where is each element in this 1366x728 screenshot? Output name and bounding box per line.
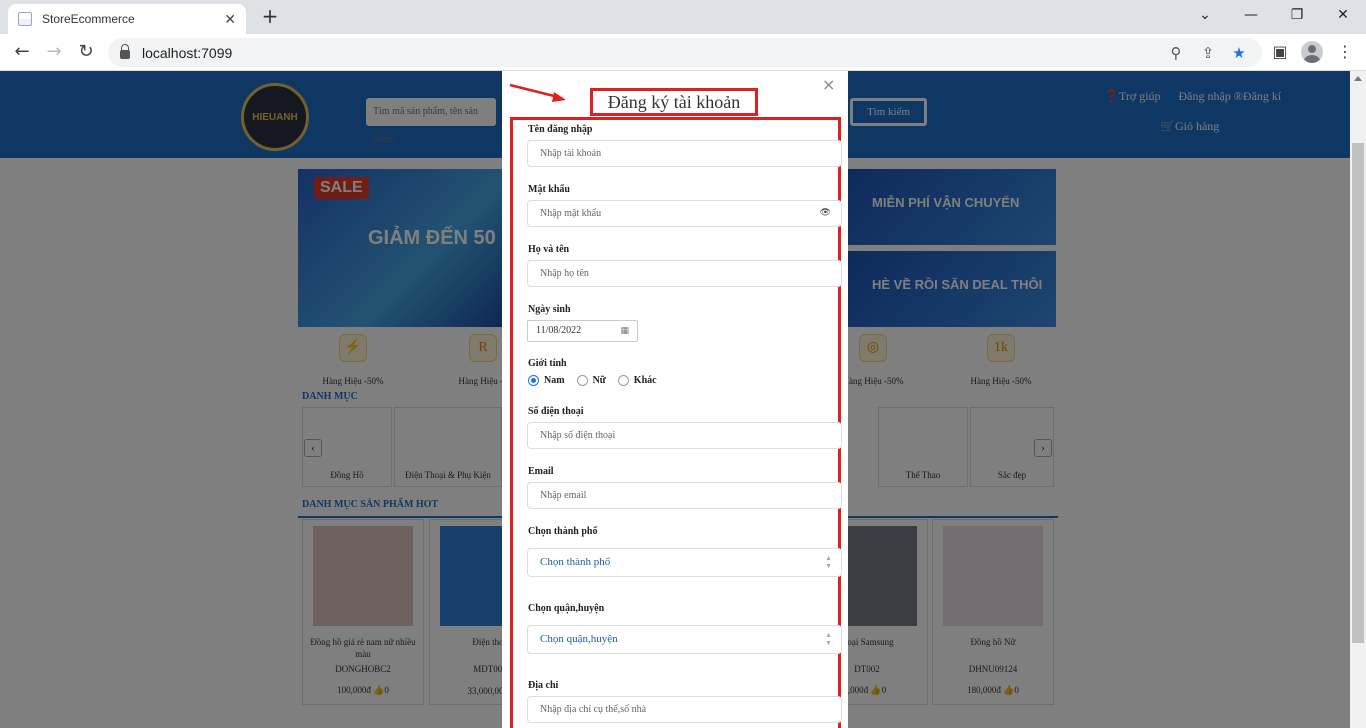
phone-field[interactable]: Nhập số điện thoại bbox=[527, 422, 842, 449]
select-arrows-icon: ▲ ▼ bbox=[825, 631, 832, 647]
email-label: Email bbox=[528, 466, 554, 477]
minimize-button[interactable]: — bbox=[1228, 4, 1274, 28]
annotation-arrow-icon bbox=[509, 83, 566, 102]
calendar-icon[interactable]: ▦ bbox=[620, 321, 629, 341]
password-field[interactable]: Nhập mật khẩu 👁 bbox=[527, 200, 842, 227]
scrollbar-thumb[interactable] bbox=[1352, 143, 1364, 643]
page-scrollbar[interactable] bbox=[1350, 71, 1366, 728]
address-label: Địa chỉ bbox=[528, 680, 559, 691]
gender-radio-group: Nam Nữ Khác bbox=[528, 375, 669, 386]
browser-tabbar: StoreEcommerce ✕ + ⌄ — ❐ ✕ bbox=[0, 0, 1366, 34]
birthday-date-input[interactable]: 11/08/2022 ▦ bbox=[527, 320, 638, 342]
district-select[interactable]: Chọn quận,huyện ▲ ▼ bbox=[527, 625, 842, 654]
page-favicon-icon bbox=[18, 12, 32, 26]
eye-icon[interactable]: 👁 bbox=[820, 201, 831, 226]
birthday-value: 11/08/2022 bbox=[536, 325, 582, 336]
phone-label: Số điện thoại bbox=[528, 406, 584, 417]
city-select-value: Chọn thành phố bbox=[540, 556, 611, 568]
bookmark-star-icon[interactable]: ★ bbox=[1229, 43, 1249, 63]
password-label: Mật khẩu bbox=[528, 184, 570, 195]
menu-kebab-icon[interactable]: ⋮ bbox=[1335, 42, 1355, 62]
address-field[interactable]: Nhập địa chỉ cụ thể,số nhà bbox=[527, 696, 842, 723]
username-label: Tên đăng nhập bbox=[528, 124, 593, 135]
gender-radio-female[interactable] bbox=[576, 375, 588, 386]
gender-option-label[interactable]: Nữ bbox=[593, 375, 606, 386]
forward-arrow-icon[interactable]: → bbox=[42, 40, 66, 64]
share-icon[interactable]: ⇪ bbox=[1198, 43, 1218, 63]
profile-avatar[interactable] bbox=[1301, 41, 1323, 63]
register-modal: × Đăng ký tài khoản Tên đăng nhập Nhập t… bbox=[502, 71, 848, 728]
fullname-field[interactable]: Nhập họ tên bbox=[527, 260, 842, 287]
tab-title: StoreEcommerce bbox=[42, 12, 135, 26]
email-field[interactable]: Nhập email bbox=[527, 482, 842, 509]
restore-button[interactable]: ❐ bbox=[1274, 4, 1320, 28]
fullname-label: Họ và tên bbox=[528, 244, 570, 255]
select-arrows-icon: ▲ ▼ bbox=[825, 554, 832, 570]
close-window-button[interactable]: ✕ bbox=[1320, 4, 1366, 28]
browser-tab[interactable]: StoreEcommerce ✕ bbox=[8, 4, 246, 34]
tab-close-icon[interactable]: ✕ bbox=[224, 11, 236, 28]
lock-icon[interactable] bbox=[120, 44, 130, 59]
city-select[interactable]: Chọn thành phố ▲ ▼ bbox=[527, 548, 842, 577]
register-form: Tên đăng nhập Nhập tài khoản Mật khẩu Nh… bbox=[510, 117, 842, 728]
new-tab-button[interactable]: + bbox=[258, 4, 282, 28]
birthday-label: Ngày sinh bbox=[528, 304, 571, 315]
address-bar[interactable]: localhost:7099 ⚲ ⇪ ★ bbox=[108, 38, 1262, 67]
password-placeholder: Nhập mật khẩu bbox=[540, 208, 602, 219]
reload-icon[interactable]: ↻ bbox=[74, 40, 98, 64]
zoom-icon[interactable]: ⚲ bbox=[1166, 43, 1186, 63]
modal-close-icon[interactable]: × bbox=[822, 75, 836, 95]
side-panel-icon[interactable]: ▣ bbox=[1270, 42, 1290, 62]
gender-label: Giới tính bbox=[528, 358, 567, 369]
modal-title: Đăng ký tài khoản bbox=[590, 88, 758, 116]
gender-option-label[interactable]: Nam bbox=[544, 375, 565, 386]
gender-radio-other[interactable] bbox=[617, 375, 629, 386]
browser-toolbar: ← → ↻ localhost:7099 ⚲ ⇪ ★ ▣ ⋮ bbox=[0, 34, 1366, 71]
url-text: localhost:7099 bbox=[142, 44, 233, 61]
city-label: Chọn thành phố bbox=[528, 526, 598, 537]
district-select-value: Chọn quận,huyện bbox=[540, 633, 618, 645]
scroll-up-icon[interactable] bbox=[1354, 76, 1362, 81]
username-field[interactable]: Nhập tài khoản bbox=[527, 140, 842, 167]
gender-option-label[interactable]: Khác bbox=[634, 375, 657, 386]
district-label: Chọn quận,huyện bbox=[528, 603, 605, 614]
back-arrow-icon[interactable]: ← bbox=[10, 40, 34, 64]
page-viewport: HIEUANH Tìm mã sản phẩm, tên sản phẩm Tì… bbox=[0, 71, 1366, 728]
tab-search-icon[interactable]: ⌄ bbox=[1182, 4, 1228, 28]
gender-radio-male[interactable] bbox=[528, 375, 539, 386]
